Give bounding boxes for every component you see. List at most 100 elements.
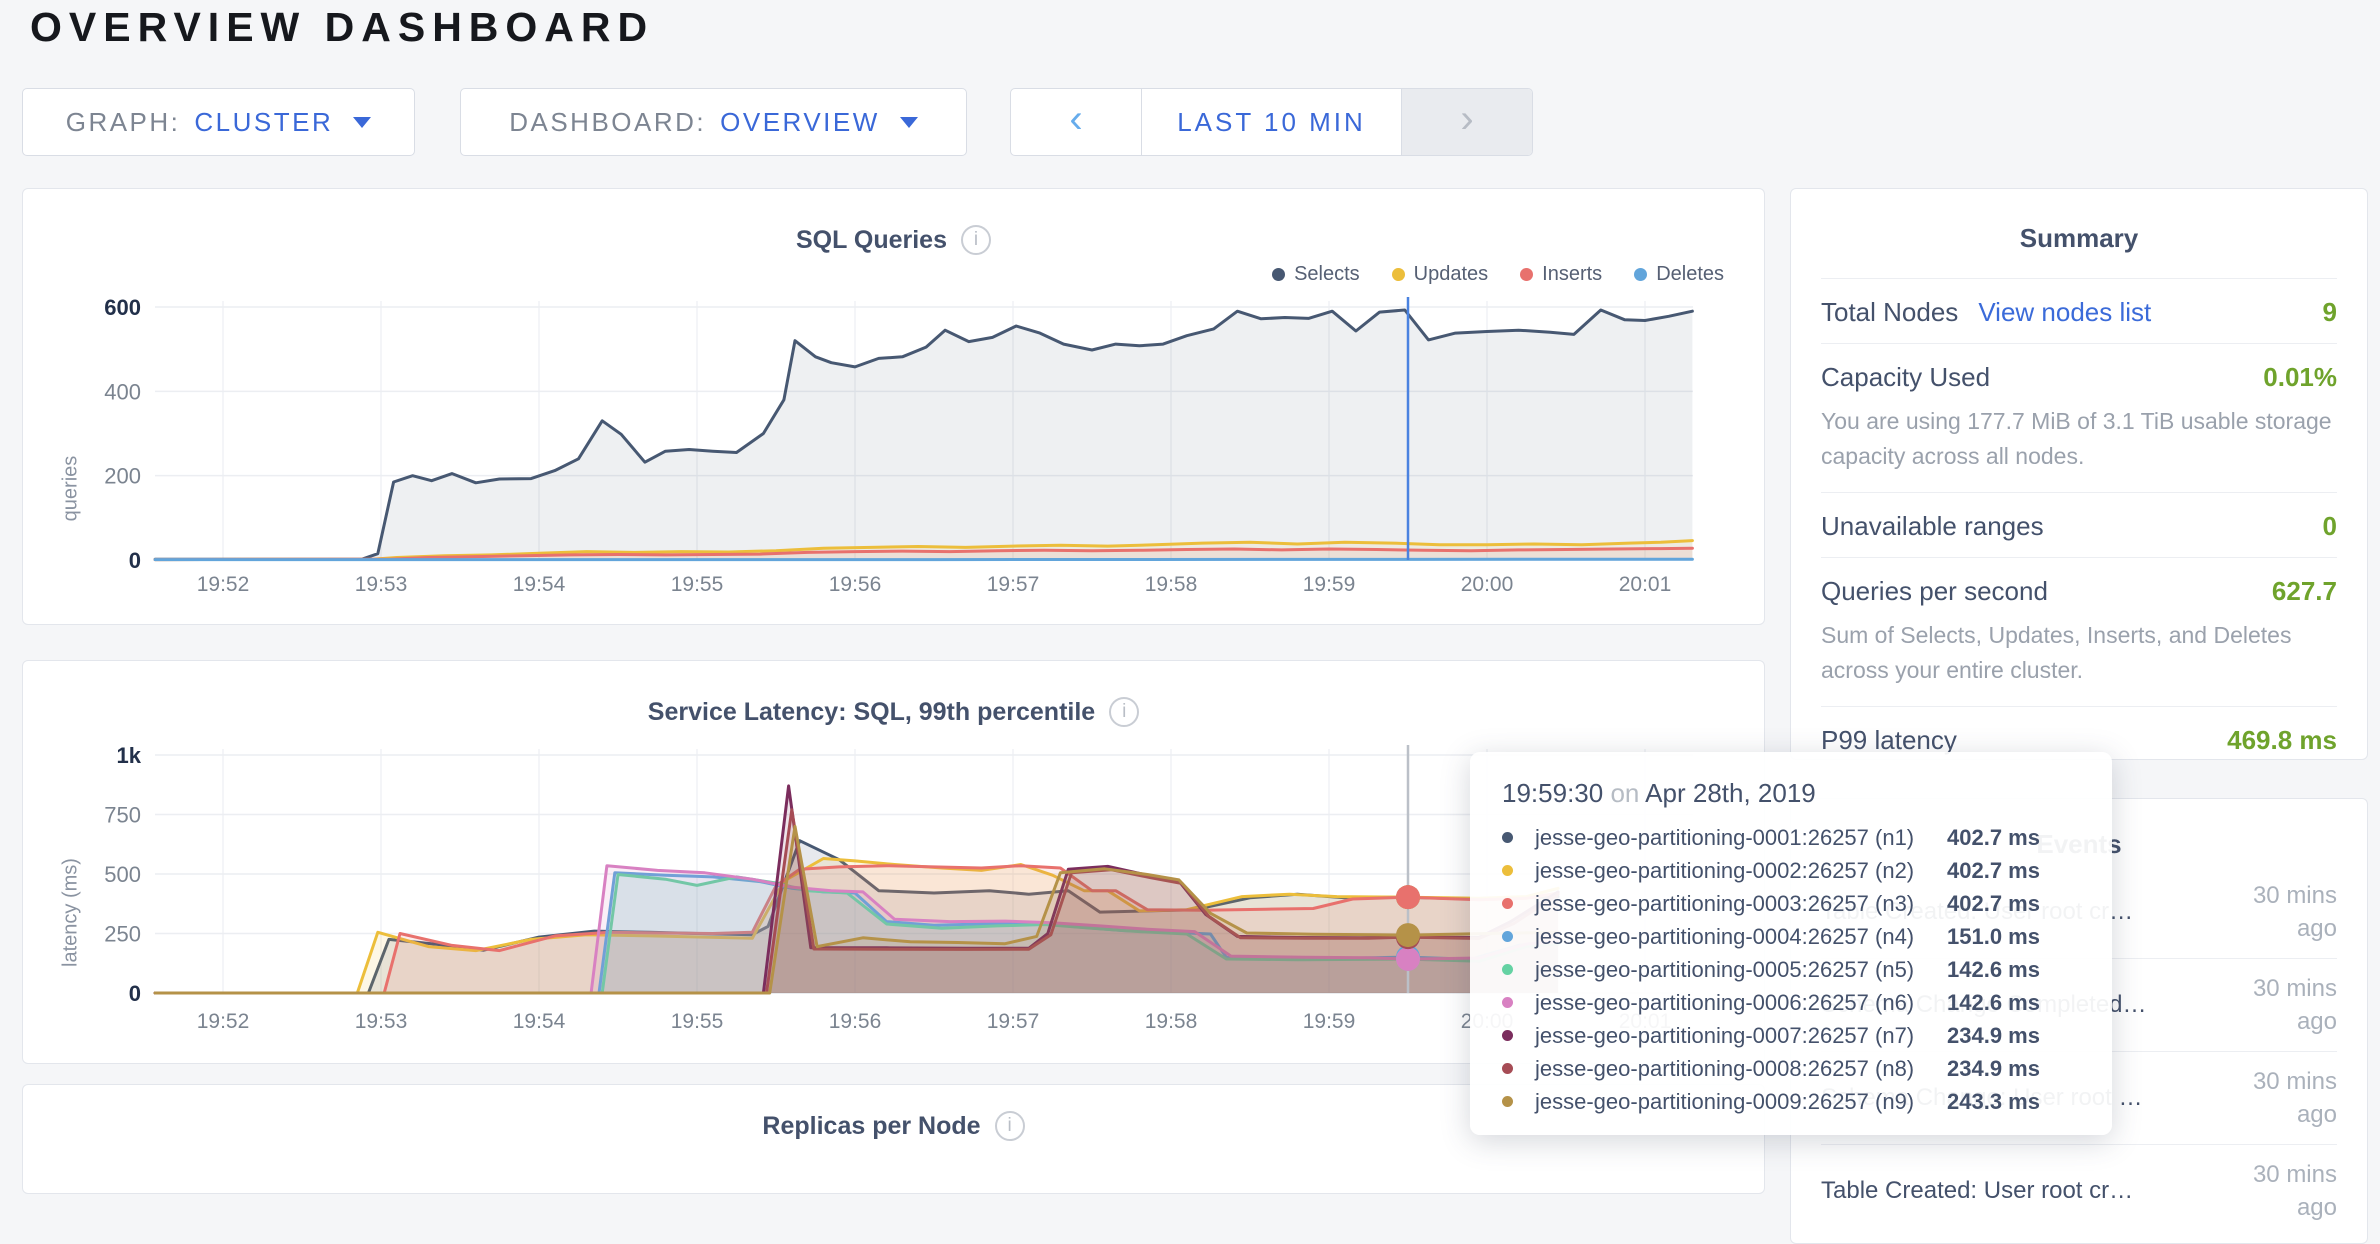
svg-text:19:55: 19:55: [671, 1010, 724, 1033]
chevron-right-icon: ›: [1460, 97, 1473, 142]
capacity-used-caption: You are using 177.7 MiB of 3.1 TiB usabl…: [1821, 404, 2337, 492]
page-title: OVERVIEW DASHBOARD: [30, 4, 654, 51]
svg-text:0: 0: [129, 548, 141, 573]
series-dot-icon: [1502, 865, 1513, 876]
tooltip-node-value: 402.7 ms: [1947, 825, 2040, 851]
time-range-value[interactable]: LAST 10 MIN: [1142, 89, 1401, 155]
summary-qps: Queries per second 627.7 Sum of Selects,…: [1821, 557, 2337, 706]
tooltip-row: jesse-geo-partitioning-0009:26257 (n9)24…: [1502, 1085, 2080, 1118]
dashboard-dropdown-value: OVERVIEW: [720, 107, 880, 138]
graph-dropdown-label: GRAPH:: [66, 107, 181, 138]
chevron-down-icon: [353, 117, 371, 128]
svg-text:500: 500: [104, 862, 141, 887]
tooltip-node-name: jesse-geo-partitioning-0006:26257 (n6): [1535, 990, 1947, 1016]
svg-text:1k: 1k: [117, 745, 142, 768]
tooltip-date: Apr 28th, 2019: [1645, 778, 1816, 808]
summary-title: Summary: [1821, 223, 2337, 254]
svg-text:200: 200: [104, 464, 141, 489]
chevron-down-icon: [900, 117, 918, 128]
tooltip-node-name: jesse-geo-partitioning-0005:26257 (n5): [1535, 957, 1947, 983]
summary-panel: Summary Total Nodes View nodes list 9 Ca…: [1790, 188, 2368, 760]
event-timestamp: 30 minsago: [2253, 1158, 2337, 1224]
tooltip-row: jesse-geo-partitioning-0004:26257 (n4)15…: [1502, 920, 2080, 953]
latency-y-axis-label: latency (ms): [60, 828, 83, 998]
svg-text:19:57: 19:57: [987, 1010, 1040, 1033]
info-icon[interactable]: i: [1109, 697, 1139, 727]
info-icon[interactable]: i: [995, 1111, 1025, 1141]
legend-item-inserts[interactable]: Inserts: [1520, 263, 1602, 286]
svg-text:19:52: 19:52: [197, 573, 250, 596]
tooltip-node-name: jesse-geo-partitioning-0004:26257 (n4): [1535, 924, 1947, 950]
svg-text:19:56: 19:56: [829, 1010, 882, 1033]
legend-dot-icon: [1272, 268, 1285, 281]
chart-title-text: Service Latency: SQL, 99th percentile: [648, 698, 1095, 727]
info-icon[interactable]: i: [961, 225, 991, 255]
dashboard-dropdown[interactable]: DASHBOARD: OVERVIEW: [460, 88, 967, 156]
sql-queries-chart[interactable]: 19:5219:5319:5419:5519:5619:5719:5819:59…: [83, 285, 1743, 600]
legend-label: Inserts: [1542, 263, 1602, 286]
series-dot-icon: [1502, 964, 1513, 975]
tooltip-rows: jesse-geo-partitioning-0001:26257 (n1)40…: [1502, 821, 2080, 1118]
legend-item-selects[interactable]: Selects: [1272, 263, 1360, 286]
svg-text:19:52: 19:52: [197, 1010, 250, 1033]
tooltip-row: jesse-geo-partitioning-0002:26257 (n2)40…: [1502, 854, 2080, 887]
svg-text:250: 250: [104, 922, 141, 947]
event-timestamp: 30 minsago: [2253, 972, 2337, 1038]
series-dot-icon: [1502, 997, 1513, 1008]
tooltip-row: jesse-geo-partitioning-0008:26257 (n8)23…: [1502, 1052, 2080, 1085]
time-range-prev-button[interactable]: ‹: [1011, 89, 1142, 155]
legend-dot-icon: [1634, 268, 1647, 281]
legend-label: Selects: [1294, 263, 1360, 286]
svg-text:19:59: 19:59: [1303, 1010, 1356, 1033]
svg-text:19:55: 19:55: [671, 573, 724, 596]
event-row[interactable]: Table Created: User root cr… 30 minsago: [1821, 1145, 2337, 1237]
svg-text:20:01: 20:01: [1619, 573, 1672, 596]
p99-latency-value: 469.8 ms: [2227, 725, 2337, 756]
legend-label: Deletes: [1656, 263, 1724, 286]
chart-title-text: SQL Queries: [796, 226, 947, 255]
tooltip-node-name: jesse-geo-partitioning-0002:26257 (n2): [1535, 858, 1947, 884]
service-latency-title: Service Latency: SQL, 99th percentile i: [23, 697, 1764, 727]
dashboard-dropdown-label: DASHBOARD:: [509, 107, 706, 138]
tooltip-node-value: 234.9 ms: [1947, 1023, 2040, 1049]
tooltip-row: jesse-geo-partitioning-0005:26257 (n5)14…: [1502, 953, 2080, 986]
summary-total-nodes: Total Nodes View nodes list 9: [1821, 278, 2337, 343]
time-range-selector: ‹ LAST 10 MIN ›: [1010, 88, 1533, 156]
sql-queries-card: SQL Queries i Selects Updates Inserts Delet…: [22, 188, 1765, 625]
tooltip-node-name: jesse-geo-partitioning-0007:26257 (n7): [1535, 1023, 1947, 1049]
graph-dropdown-value: CLUSTER: [194, 107, 333, 138]
capacity-used-label: Capacity Used: [1821, 362, 1990, 393]
tooltip-node-value: 142.6 ms: [1947, 990, 2040, 1016]
chart-hover-tooltip: 19:59:30 on Apr 28th, 2019 jesse-geo-par…: [1470, 752, 2112, 1135]
time-range-next-button[interactable]: ›: [1401, 89, 1532, 155]
tooltip-time: 19:59:30: [1502, 778, 1603, 808]
tooltip-node-value: 151.0 ms: [1947, 924, 2040, 950]
tooltip-node-value: 243.3 ms: [1947, 1089, 2040, 1115]
event-timestamp: 30 minsago: [2253, 879, 2337, 945]
event-text: Table Created: User root cr…: [1821, 1177, 2133, 1205]
capacity-used-value: 0.01%: [2263, 362, 2337, 393]
view-nodes-list-link[interactable]: View nodes list: [1978, 297, 2151, 328]
total-nodes-value: 9: [2323, 297, 2337, 328]
qps-label: Queries per second: [1821, 576, 2048, 607]
qps-caption: Sum of Selects, Updates, Inserts, and De…: [1821, 618, 2337, 706]
sql-queries-title: SQL Queries i: [23, 225, 1764, 255]
svg-text:19:58: 19:58: [1145, 1010, 1198, 1033]
svg-text:400: 400: [104, 379, 141, 404]
svg-text:19:54: 19:54: [513, 1010, 566, 1033]
tooltip-node-name: jesse-geo-partitioning-0009:26257 (n9): [1535, 1089, 1947, 1115]
tooltip-row: jesse-geo-partitioning-0007:26257 (n7)23…: [1502, 1019, 2080, 1052]
svg-text:0: 0: [129, 981, 141, 1006]
legend-item-updates[interactable]: Updates: [1392, 263, 1489, 286]
summary-unavailable-ranges: Unavailable ranges 0: [1821, 492, 2337, 557]
svg-text:19:54: 19:54: [513, 573, 566, 596]
svg-text:19:53: 19:53: [355, 573, 408, 596]
legend-item-deletes[interactable]: Deletes: [1634, 263, 1724, 286]
legend-dot-icon: [1392, 268, 1405, 281]
tooltip-row: jesse-geo-partitioning-0001:26257 (n1)40…: [1502, 821, 2080, 854]
graph-dropdown[interactable]: GRAPH: CLUSTER: [22, 88, 415, 156]
tooltip-node-value: 234.9 ms: [1947, 1056, 2040, 1082]
series-dot-icon: [1502, 1030, 1513, 1041]
svg-text:19:56: 19:56: [829, 573, 882, 596]
svg-text:19:57: 19:57: [987, 573, 1040, 596]
